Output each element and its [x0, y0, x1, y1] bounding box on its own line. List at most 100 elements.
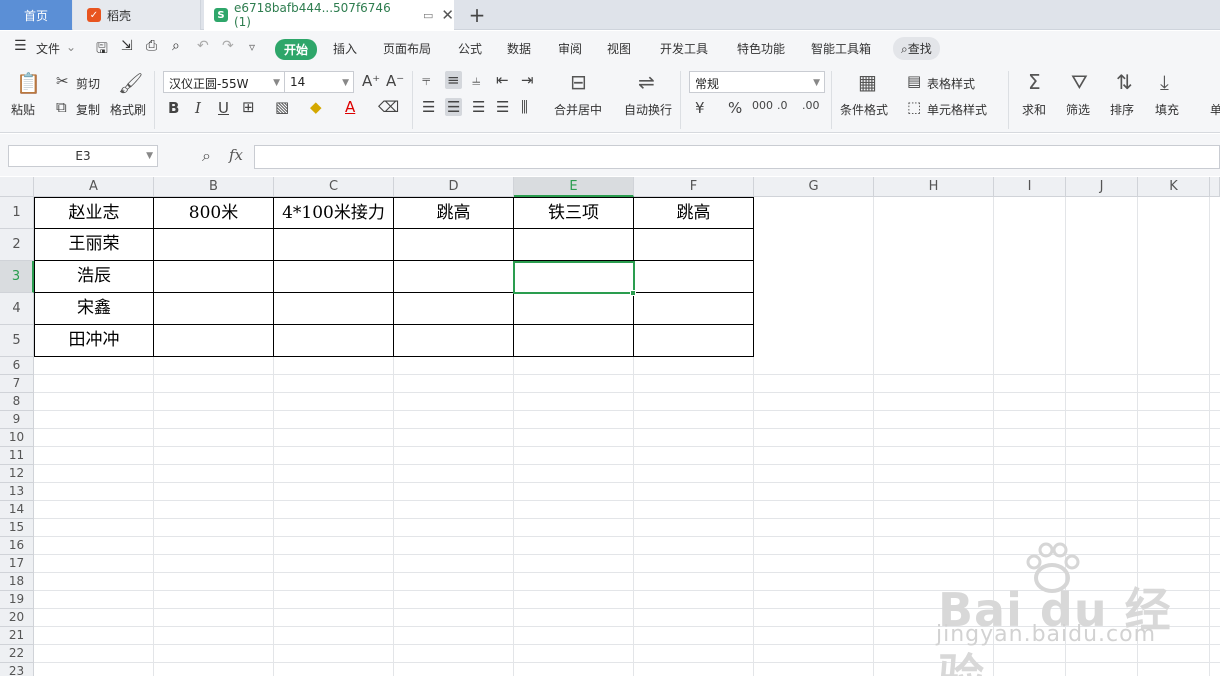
- row-header-1[interactable]: 1: [0, 197, 34, 229]
- align-top-icon[interactable]: ⫧: [422, 71, 430, 89]
- row-header-21[interactable]: 21: [0, 627, 34, 645]
- cell-a1[interactable]: 赵业志: [34, 197, 154, 229]
- menu-smart-toolbox[interactable]: 智能工具箱: [811, 40, 871, 57]
- cell-c5[interactable]: [274, 325, 394, 357]
- cell-d1[interactable]: 跳高: [394, 197, 514, 229]
- cell-f2[interactable]: [634, 229, 754, 261]
- paste-button[interactable]: 粘贴: [11, 101, 35, 118]
- scissors-icon[interactable]: ✂: [56, 72, 69, 90]
- distributed-icon[interactable]: ⫼: [521, 98, 528, 116]
- column-header-j[interactable]: J: [1066, 177, 1138, 197]
- increase-font-icon[interactable]: A⁺: [362, 72, 380, 90]
- new-tab-button[interactable]: +: [466, 0, 488, 30]
- border-icon[interactable]: ⊞: [242, 98, 255, 116]
- menu-file[interactable]: 文件: [36, 40, 60, 57]
- column-header-h[interactable]: H: [874, 177, 994, 197]
- currency-icon[interactable]: ¥: [695, 99, 705, 117]
- cell-b2[interactable]: [154, 229, 274, 261]
- row-header-5[interactable]: 5: [0, 325, 34, 357]
- redo-icon[interactable]: ↷: [222, 38, 234, 54]
- merge-center-icon[interactable]: ⊟: [570, 70, 587, 94]
- filter-button[interactable]: 筛选: [1066, 101, 1090, 118]
- row-header-10[interactable]: 10: [0, 429, 34, 447]
- column-header-b[interactable]: B: [154, 177, 274, 197]
- active-cell-selection[interactable]: [513, 261, 635, 294]
- cell-e2[interactable]: [514, 229, 634, 261]
- menu-page-layout[interactable]: 页面布局: [383, 40, 431, 57]
- justify-icon[interactable]: ☰: [496, 98, 509, 116]
- cell-f1[interactable]: 跳高: [634, 197, 754, 229]
- close-tab-icon[interactable]: ✕: [441, 6, 454, 24]
- row-header-3[interactable]: 3: [0, 261, 34, 293]
- cell-b3[interactable]: [154, 261, 274, 293]
- table-style-icon[interactable]: ▤: [907, 72, 921, 90]
- row-header-6[interactable]: 6: [0, 357, 34, 375]
- row-header-7[interactable]: 7: [0, 375, 34, 393]
- paste-icon[interactable]: 📋: [16, 71, 41, 95]
- column-header-e[interactable]: E: [514, 177, 634, 197]
- menu-data[interactable]: 数据: [507, 40, 531, 57]
- menu-special-features[interactable]: 特色功能: [737, 40, 785, 57]
- column-header-c[interactable]: C: [274, 177, 394, 197]
- menu-review[interactable]: 审阅: [558, 40, 582, 57]
- tab-home[interactable]: 首页: [0, 0, 72, 30]
- cell-d5[interactable]: [394, 325, 514, 357]
- formula-input[interactable]: [254, 145, 1220, 169]
- row-header-11[interactable]: 11: [0, 447, 34, 465]
- number-format-select[interactable]: 常规 ▼: [689, 71, 825, 93]
- row-header-8[interactable]: 8: [0, 393, 34, 411]
- row-header-19[interactable]: 19: [0, 591, 34, 609]
- zoom-formula-icon[interactable]: ⌕: [202, 146, 211, 166]
- column-header-k[interactable]: K: [1138, 177, 1210, 197]
- thousands-icon[interactable]: 000: [752, 99, 773, 112]
- row-header-23[interactable]: 23: [0, 663, 34, 676]
- align-right-icon[interactable]: ☰: [472, 98, 485, 116]
- cell-b5[interactable]: [154, 325, 274, 357]
- fx-icon[interactable]: fx: [229, 146, 243, 164]
- cell-d3[interactable]: [394, 261, 514, 293]
- row-header-13[interactable]: 13: [0, 483, 34, 501]
- wrap-text-icon[interactable]: ⇌: [638, 70, 655, 94]
- export-icon[interactable]: ⇲: [121, 38, 133, 54]
- decrease-indent-icon[interactable]: ⇤: [496, 71, 509, 89]
- select-all-corner[interactable]: [0, 177, 34, 197]
- copy-button[interactable]: 复制: [76, 101, 100, 118]
- undo-icon[interactable]: ↶: [197, 38, 209, 54]
- wrap-text-button[interactable]: 自动换行: [624, 101, 672, 118]
- print-icon[interactable]: ⎙: [146, 38, 157, 54]
- row-header-14[interactable]: 14: [0, 501, 34, 519]
- chevron-down-icon[interactable]: ⌄: [66, 40, 76, 54]
- menu-start[interactable]: 开始: [275, 39, 318, 60]
- row-header-18[interactable]: 18: [0, 573, 34, 591]
- conditional-format-button[interactable]: 条件格式: [840, 101, 888, 118]
- fill-icon[interactable]: ⤓: [1160, 70, 1169, 94]
- menu-view[interactable]: 视图: [607, 40, 631, 57]
- align-middle-icon[interactable]: ≡: [445, 71, 462, 89]
- cell-b1[interactable]: 800米: [154, 197, 274, 229]
- cell-d4[interactable]: [394, 293, 514, 325]
- fill-style-icon[interactable]: ▧: [275, 98, 289, 116]
- font-name-select[interactable]: 汉仪正圆-55W ▼: [163, 71, 285, 93]
- decrease-font-icon[interactable]: A⁻: [386, 72, 404, 90]
- filter-icon[interactable]: ⛛: [1071, 70, 1088, 94]
- cell-f3[interactable]: [634, 261, 754, 293]
- hamburger-menu-icon[interactable]: ☰: [14, 38, 27, 54]
- format-painter-button[interactable]: 格式刷: [110, 101, 146, 118]
- merge-center-button[interactable]: 合并居中: [554, 101, 602, 118]
- cell-a4[interactable]: 宋鑫: [34, 293, 154, 325]
- cell-f5[interactable]: [634, 325, 754, 357]
- cell-f4[interactable]: [634, 293, 754, 325]
- print-preview-icon[interactable]: ⌕: [172, 38, 180, 54]
- row-header-16[interactable]: 16: [0, 537, 34, 555]
- row-header-9[interactable]: 9: [0, 411, 34, 429]
- menu-formulas[interactable]: 公式: [458, 40, 482, 57]
- cell-d2[interactable]: [394, 229, 514, 261]
- column-header-i[interactable]: I: [994, 177, 1066, 197]
- column-header-f[interactable]: F: [634, 177, 754, 197]
- cell-e4[interactable]: [514, 293, 634, 325]
- underline-icon[interactable]: U: [218, 99, 229, 117]
- cell-c4[interactable]: [274, 293, 394, 325]
- cell-style-icon[interactable]: ⬚: [907, 98, 921, 116]
- italic-icon[interactable]: I: [195, 99, 201, 117]
- cell-a2[interactable]: 王丽荣: [34, 229, 154, 261]
